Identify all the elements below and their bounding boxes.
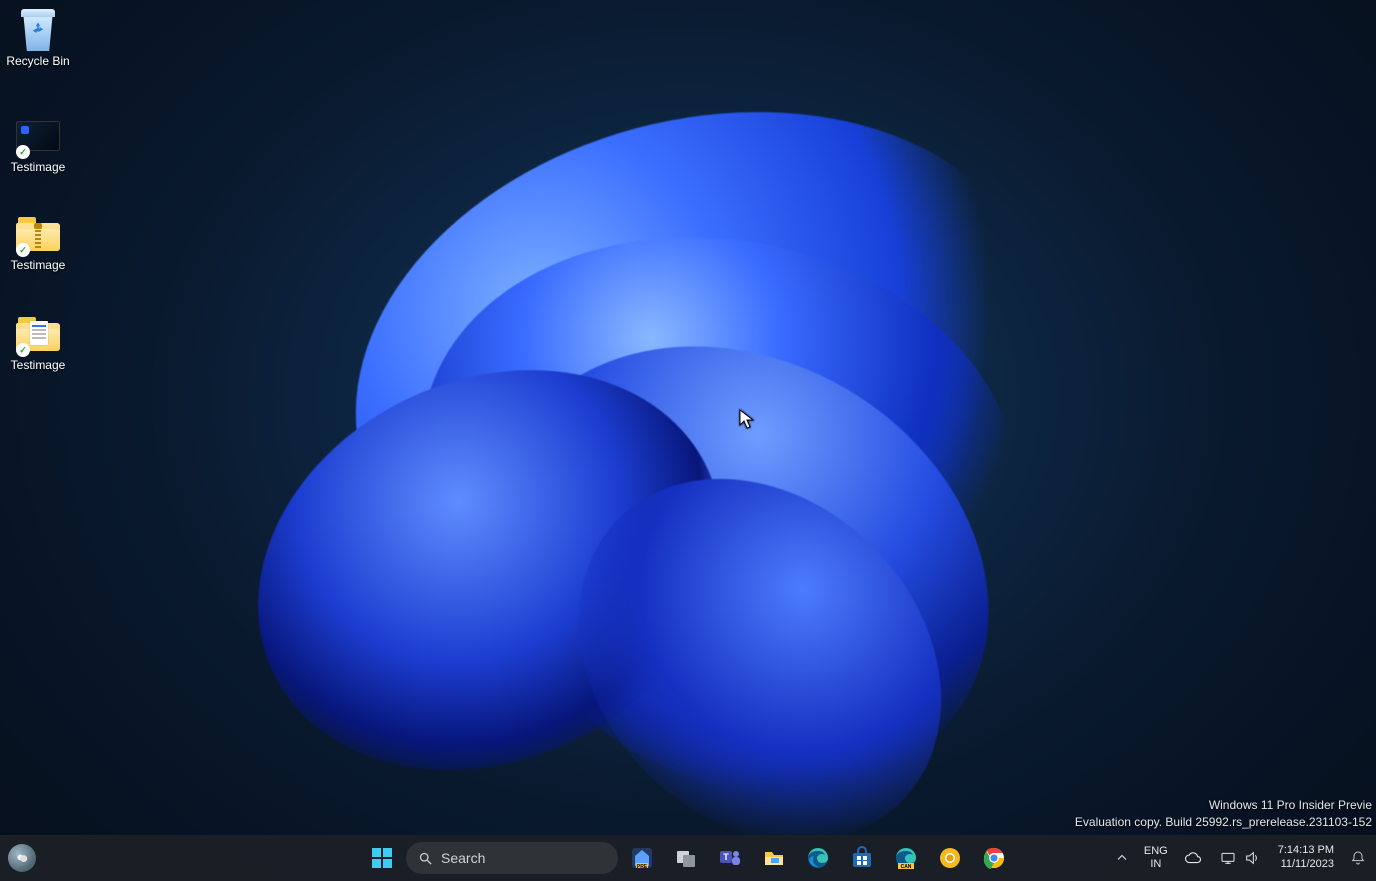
notifications-button[interactable] bbox=[1346, 838, 1370, 878]
taskbar-app-dev-home[interactable]: PRE bbox=[622, 838, 662, 878]
sync-badge-icon bbox=[16, 145, 30, 159]
taskbar-app-edge-canary[interactable]: CAN bbox=[886, 838, 926, 878]
desktop-icon-label: Testimage bbox=[11, 358, 66, 372]
desktop-icon-testimage-1[interactable]: Testimage bbox=[0, 112, 76, 178]
svg-text:T: T bbox=[723, 852, 729, 862]
widgets-button[interactable] bbox=[8, 844, 36, 872]
dev-home-icon: PRE bbox=[630, 846, 654, 870]
watermark-line-2: Evaluation copy. Build 25992.rs_prerelea… bbox=[1075, 814, 1372, 831]
weather-icon bbox=[15, 851, 29, 865]
recycle-bin-icon bbox=[14, 10, 62, 50]
windows-icon bbox=[370, 846, 394, 870]
desktop-icon-label: Recycle Bin bbox=[6, 54, 69, 68]
taskbar-app-chrome[interactable] bbox=[974, 838, 1014, 878]
doc-folder-icon bbox=[14, 314, 62, 354]
sync-badge-icon bbox=[16, 343, 30, 357]
desktop[interactable]: Recycle Bin Testimage Testimage Testimag… bbox=[0, 0, 1376, 881]
volume-icon bbox=[1244, 850, 1260, 866]
edge-icon bbox=[806, 846, 830, 870]
desktop-icon-recycle-bin[interactable]: Recycle Bin bbox=[0, 6, 76, 72]
desktop-icon-label: Testimage bbox=[11, 258, 66, 272]
desktop-icon-testimage-3[interactable]: Testimage bbox=[0, 310, 76, 376]
language-button[interactable]: ENG IN bbox=[1140, 838, 1172, 878]
network-icon bbox=[1220, 850, 1236, 866]
quick-settings-button[interactable] bbox=[1214, 838, 1266, 878]
build-watermark: Windows 11 Pro Insider Previe Evaluation… bbox=[1075, 797, 1372, 831]
taskbar-app-teams[interactable]: T bbox=[710, 838, 750, 878]
bell-icon bbox=[1350, 850, 1366, 866]
search-placeholder: Search bbox=[441, 850, 485, 866]
task-view-button[interactable] bbox=[666, 838, 706, 878]
sync-badge-icon bbox=[16, 243, 30, 257]
taskbar: Search PRE T bbox=[0, 835, 1376, 881]
chrome-icon bbox=[982, 846, 1006, 870]
task-view-icon bbox=[674, 846, 698, 870]
clock-label: 7:14:13 PM 11/11/2023 bbox=[1278, 844, 1334, 872]
zip-folder-icon bbox=[14, 214, 62, 254]
tray-overflow-button[interactable] bbox=[1112, 838, 1132, 878]
taskbar-app-edge[interactable] bbox=[798, 838, 838, 878]
watermark-line-1: Windows 11 Pro Insider Previe bbox=[1075, 797, 1372, 814]
taskbar-app-file-explorer[interactable] bbox=[754, 838, 794, 878]
search-icon bbox=[418, 851, 433, 866]
chevron-up-icon bbox=[1116, 852, 1128, 864]
start-button[interactable] bbox=[362, 838, 402, 878]
search-box[interactable]: Search bbox=[406, 842, 618, 874]
taskbar-app-chrome-canary[interactable] bbox=[930, 838, 970, 878]
teams-icon: T bbox=[718, 846, 742, 870]
onedrive-tray-button[interactable] bbox=[1180, 838, 1206, 878]
svg-text:CAN: CAN bbox=[901, 864, 912, 870]
file-explorer-icon bbox=[762, 846, 786, 870]
desktop-icon-testimage-2[interactable]: Testimage bbox=[0, 210, 76, 276]
image-file-icon bbox=[14, 116, 62, 156]
store-icon bbox=[850, 846, 874, 870]
chrome-canary-icon bbox=[938, 846, 962, 870]
edge-canary-icon: CAN bbox=[894, 846, 918, 870]
cloud-icon bbox=[1184, 849, 1202, 867]
taskbar-app-store[interactable] bbox=[842, 838, 882, 878]
desktop-icon-label: Testimage bbox=[11, 160, 66, 174]
language-label: ENG IN bbox=[1144, 845, 1168, 870]
clock-button[interactable]: 7:14:13 PM 11/11/2023 bbox=[1274, 838, 1338, 878]
svg-text:PRE: PRE bbox=[637, 864, 648, 870]
